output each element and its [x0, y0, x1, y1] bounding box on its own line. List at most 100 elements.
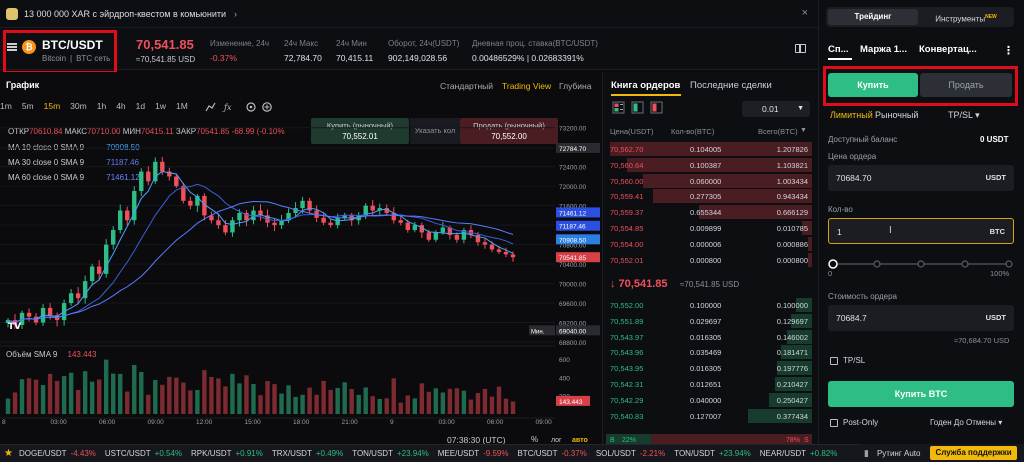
- announcement-bar[interactable]: 13 000 000 XAR с эйрдроп-квестом в комью…: [0, 0, 818, 28]
- order-type-tpsl[interactable]: TP/SL ▾: [948, 110, 980, 121]
- bid-row[interactable]: 70,543.96 0.035469 0.181471: [606, 345, 812, 360]
- layout-icon[interactable]: [795, 44, 806, 53]
- ask-row[interactable]: 70,554.00 0.000006 0.000886: [606, 236, 812, 251]
- candle-body: [440, 227, 446, 233]
- bid-row[interactable]: 70,543.95 0.016305 0.197776: [606, 361, 812, 376]
- post-only-checkbox[interactable]: [830, 419, 838, 427]
- volume-bar: [510, 401, 516, 414]
- tab-tools[interactable]: ИнструментыNEW: [920, 9, 1012, 25]
- book-both-icon[interactable]: [612, 101, 625, 114]
- tf-1w[interactable]: 1w: [155, 101, 166, 111]
- tab-trading[interactable]: Трейдинг: [828, 9, 918, 25]
- price-input-unit: USDT: [985, 173, 1006, 182]
- price-chart[interactable]: 73200.0072784.7072400.0072000.0071600.00…: [0, 118, 600, 444]
- bid-price: 70,542.29: [610, 395, 644, 405]
- sell-side-tab[interactable]: Продать: [920, 73, 1012, 97]
- bid-price: 70,542.31: [610, 380, 644, 389]
- tab-margin[interactable]: Маржа 1...: [860, 44, 907, 55]
- more-menu-icon[interactable]: ⋮: [1003, 44, 1014, 57]
- ask-row[interactable]: 70,559.37 0.655344 0.666129: [606, 205, 812, 220]
- tf-4h[interactable]: 4h: [116, 101, 125, 111]
- qty-input[interactable]: 1 BTC I: [828, 218, 1014, 244]
- announcement-text[interactable]: 13 000 000 XAR с эйрдроп-квестом в комью…: [24, 9, 226, 19]
- tradingview-logo: TV: [8, 322, 22, 332]
- ticker-item[interactable]: DOGE/USDT -4.43%: [19, 449, 96, 458]
- view-tradingview[interactable]: Trading View: [502, 81, 551, 91]
- volume-bar: [223, 386, 228, 414]
- volume-bar: [475, 393, 481, 414]
- ob-header-price: Цена(USDT): [610, 127, 654, 136]
- volume-bar: [202, 370, 207, 414]
- close-icon[interactable]: ×: [802, 7, 808, 19]
- ticker-item[interactable]: TRX/USDT +0.49%: [272, 449, 343, 458]
- support-button[interactable]: Служба поддержки: [930, 446, 1017, 460]
- volume-bar: [251, 384, 256, 414]
- order-type-market[interactable]: Рыночный: [875, 110, 918, 120]
- bid-row[interactable]: 70,543.97 0.016305 0.146002: [606, 329, 812, 344]
- price-step-select[interactable]: 0.01 ▼: [742, 101, 810, 117]
- sort-caret-icon[interactable]: ▼: [800, 127, 807, 134]
- ticker-item[interactable]: TON/USDT +23.94%: [352, 449, 429, 458]
- buy-btc-button[interactable]: Купить BTC: [828, 381, 1014, 407]
- ask-row[interactable]: 70,552.01 0.000800 0.000800: [606, 252, 812, 267]
- ticker-item[interactable]: RPK/USDT +0.91%: [191, 449, 263, 458]
- fx-icon[interactable]: ƒx: [222, 103, 232, 112]
- price-input[interactable]: 70684.70 USDT: [828, 165, 1014, 191]
- tf-15m[interactable]: 15m: [44, 101, 61, 111]
- log-toggle[interactable]: лог: [551, 437, 562, 444]
- book-asks-icon[interactable]: [650, 101, 663, 114]
- time-in-force-select[interactable]: Годен До Отмены ▾: [930, 418, 1002, 427]
- price-axis-label: 68800.00: [559, 340, 586, 347]
- tab-recent-trades[interactable]: Последние сделки: [690, 80, 772, 91]
- bid-row[interactable]: 70,542.31 0.012651 0.210427: [606, 377, 812, 391]
- tf-1d[interactable]: 1d: [136, 101, 145, 111]
- auto-toggle[interactable]: авто: [572, 437, 588, 444]
- tf-5m[interactable]: 5m: [22, 101, 34, 111]
- price-tag-text: 70908.50: [559, 237, 586, 244]
- ask-depth-bar: [807, 252, 812, 267]
- order-type-limit[interactable]: Лимитный: [830, 110, 873, 120]
- new-badge: NEW: [985, 14, 997, 20]
- ask-row[interactable]: 70,559.41 0.277305 0.943434: [606, 189, 812, 204]
- bid-row[interactable]: 70,551.89 0.029697 0.129697: [606, 313, 812, 328]
- volume-bar: [125, 391, 130, 414]
- star-icon[interactable]: ★: [4, 448, 13, 459]
- ticker-change: +0.54%: [154, 449, 183, 458]
- buy-side-tab[interactable]: Купить: [828, 73, 918, 97]
- tab-orderbook[interactable]: Книга ордеров: [611, 80, 680, 91]
- tab-convert[interactable]: Конвертац...: [919, 44, 977, 55]
- settings-icon[interactable]: [246, 102, 256, 112]
- ask-row[interactable]: 70,554.85 0.009899 0.010785: [606, 221, 812, 235]
- book-bids-icon[interactable]: [631, 101, 644, 114]
- ask-row[interactable]: 70,560.00 0.060000 1.003434: [606, 173, 812, 188]
- indicator-icon[interactable]: [205, 102, 216, 112]
- price-axis-label: 69600.00: [559, 301, 586, 308]
- bid-price: 70,540.83: [610, 411, 644, 421]
- ticker-item[interactable]: USTC/USDT +0.54%: [105, 449, 182, 458]
- bid-row[interactable]: 70,540.83 0.127007 0.377434: [606, 408, 812, 423]
- bid-row[interactable]: 70,552.00 0.100000 0.100000: [606, 298, 812, 312]
- view-standard[interactable]: Стандартный: [440, 81, 493, 91]
- tf-1m[interactable]: 1m: [0, 101, 12, 111]
- routing-auto[interactable]: Рутинг Auto: [877, 449, 920, 458]
- percent-toggle[interactable]: %: [531, 435, 538, 444]
- tf-1M[interactable]: 1M: [176, 101, 188, 111]
- ticker-item[interactable]: TON/USDT +23.94%: [674, 449, 751, 458]
- ticker-item[interactable]: MEE/USDT -9.59%: [438, 449, 509, 458]
- tab-spot[interactable]: Сп...: [828, 44, 849, 55]
- ticker-item[interactable]: NEAR/USDT +0.82%: [760, 449, 838, 458]
- bid-row[interactable]: 70,542.29 0.040000 0.250427: [606, 392, 812, 407]
- tf-1h[interactable]: 1h: [97, 101, 106, 111]
- add-icon[interactable]: [262, 102, 272, 112]
- ticker-item[interactable]: BTC/USDT -0.37%: [517, 449, 586, 458]
- cost-input[interactable]: 70684.7 USDT: [828, 305, 1014, 331]
- qty-slider[interactable]: [828, 258, 1014, 270]
- tpsl-checkbox[interactable]: [830, 357, 838, 365]
- chevron-right-icon[interactable]: ›: [234, 9, 237, 19]
- bid-price: 70,543.95: [610, 364, 644, 374]
- view-depth[interactable]: Глубина: [559, 81, 591, 91]
- ask-row[interactable]: 70,562.70 0.104005 1.207826: [606, 142, 812, 156]
- ask-row[interactable]: 70,560.64 0.100387 1.103821: [606, 157, 812, 172]
- ticker-item[interactable]: SOL/USDT -2.21%: [596, 449, 665, 458]
- tf-30m[interactable]: 30m: [70, 101, 87, 111]
